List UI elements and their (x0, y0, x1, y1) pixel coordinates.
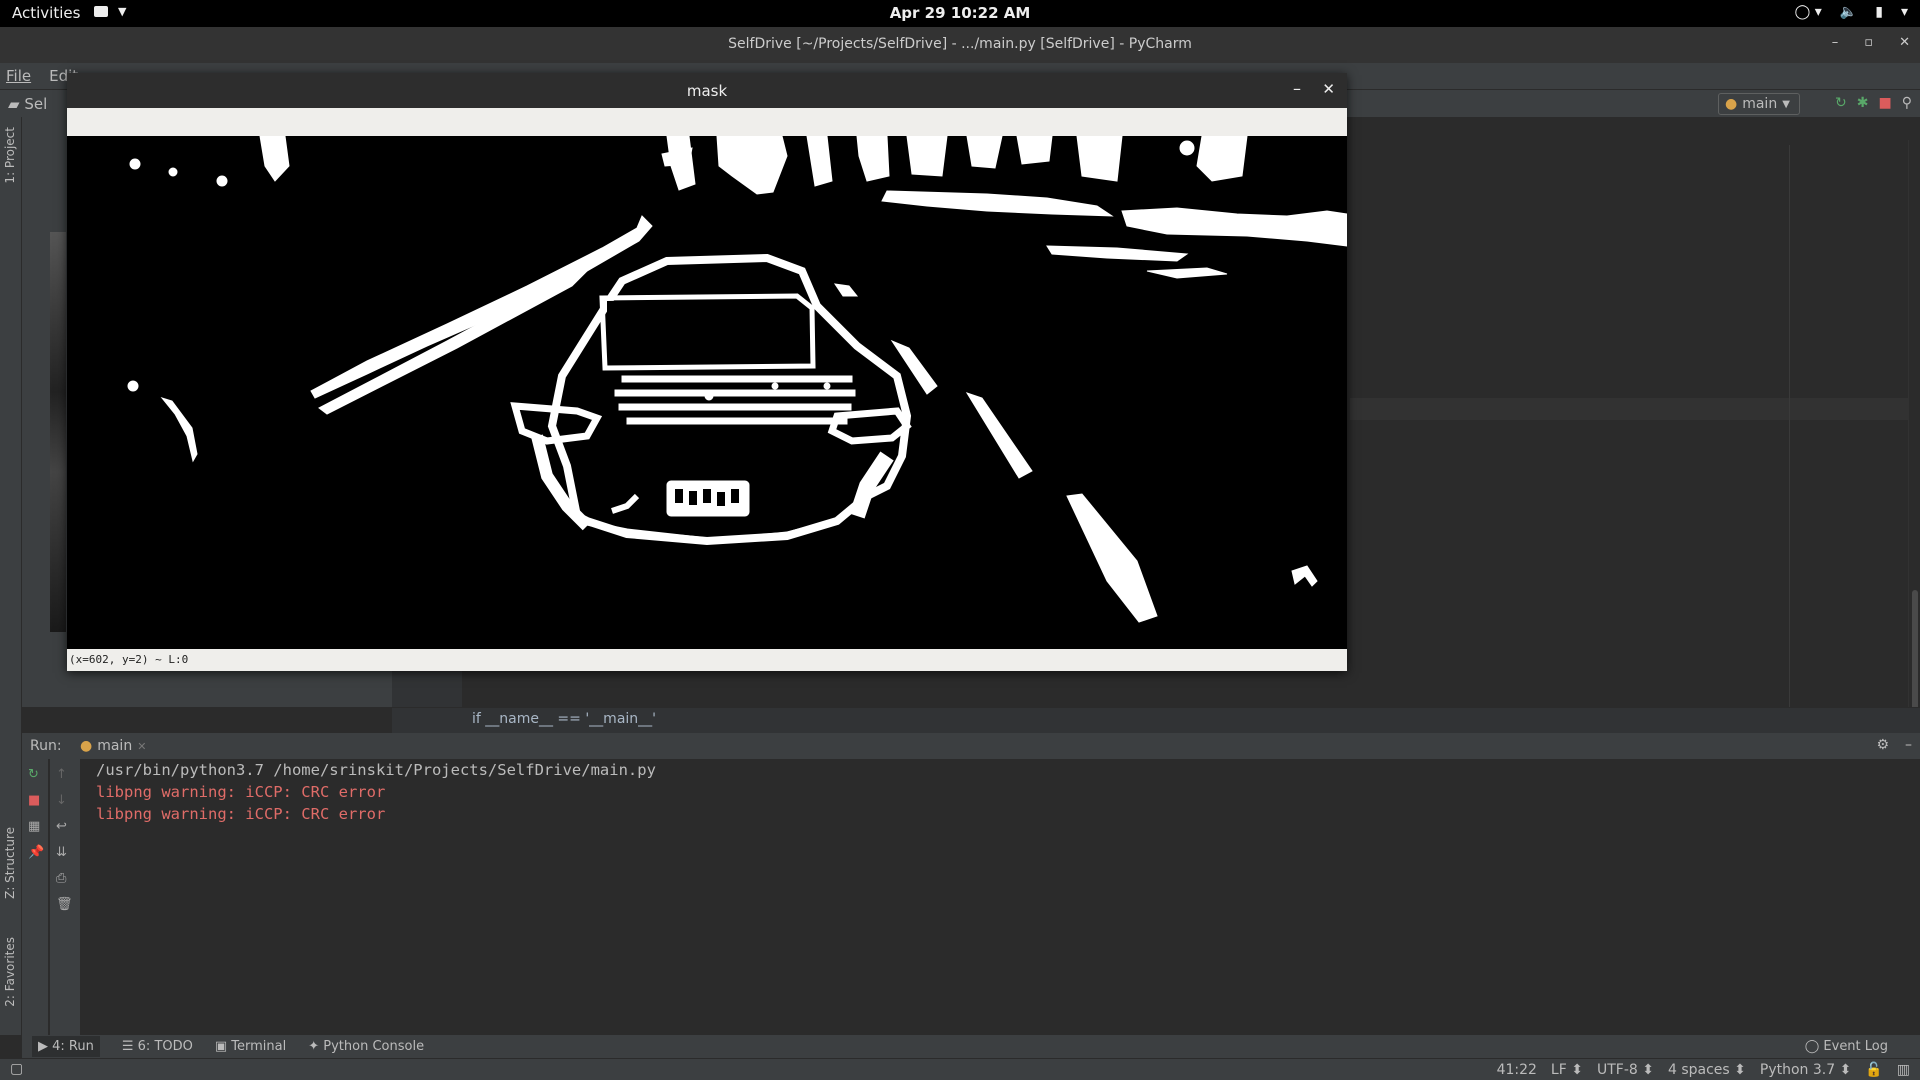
minimize-button[interactable]: – (1293, 79, 1301, 98)
app-menu[interactable]: ▼ (94, 5, 126, 18)
run-tab-main[interactable]: ● main ✕ (80, 738, 146, 754)
folder-icon: ▰ (8, 95, 20, 113)
status-circle-icon: ◯ ▾ (1794, 4, 1822, 20)
soft-wrap-icon[interactable]: ↩ (56, 819, 67, 834)
tab-todo-label: 6: TODO (137, 1039, 193, 1054)
indent-setting-label: 4 spaces (1667, 1062, 1730, 1078)
indent-setting[interactable]: 4 spaces ⬍ (1668, 1062, 1746, 1078)
file-encoding-label: UTF-8 (1596, 1062, 1638, 1078)
mask-window[interactable]: mask – ✕ (x=602, y=2) ~ L:0 (67, 73, 1348, 671)
line-separator-label: LF (1550, 1062, 1567, 1078)
pycharm-title-bar: SelfDrive [~/Projects/SelfDrive] - .../m… (0, 27, 1920, 63)
console-line: libpng warning: iCCP: CRC error (96, 783, 386, 801)
volume-icon: 🔈 (1839, 4, 1858, 20)
editor-scrollbar[interactable] (1908, 140, 1920, 845)
activities-button[interactable]: Activities (12, 4, 80, 22)
print-icon[interactable]: ⎙ (56, 871, 66, 886)
rerun-icon[interactable]: ↻ (28, 767, 39, 782)
battery-icon: ▮ (1875, 4, 1883, 20)
layout-icon[interactable]: ▦ (28, 819, 40, 834)
maximize-button[interactable]: ▫ (1864, 35, 1873, 50)
run-label: Run: (30, 738, 62, 754)
mask-white-regions (127, 135, 1348, 623)
close-button[interactable]: ✕ (1322, 80, 1335, 98)
caret-position[interactable]: 41:22 (1497, 1062, 1537, 1078)
lock-icon[interactable]: 🔓 (1865, 1062, 1882, 1078)
console-line: libpng warning: iCCP: CRC error (96, 805, 386, 823)
run-config-select[interactable]: ● main ▼ (1718, 93, 1800, 115)
tab-favorites[interactable]: 2: Favorites (3, 937, 17, 1007)
run-toolbar-right: ↑ ↓ ↩ ⇊ ⎙ 🗑 (50, 759, 80, 1035)
tab-terminal-label: Terminal (231, 1039, 287, 1054)
project-breadcrumb[interactable]: ▰ Sel (8, 95, 47, 113)
background-image-strip (50, 232, 66, 632)
up-arrow-icon[interactable]: ↑ (56, 767, 67, 782)
close-button[interactable]: ✕ (1899, 35, 1910, 50)
run-toolbar-left: ↻ ■ ▦ 📌 (22, 759, 48, 1035)
system-tray[interactable]: ◯ ▾ 🔈 ▮ ▾ (1795, 4, 1908, 20)
line-separator[interactable]: LF ⬍ (1551, 1062, 1583, 1078)
mask-image-canvas[interactable] (67, 135, 1348, 649)
menu-file[interactable]: File (6, 67, 31, 85)
caret-row-highlight (1350, 398, 1918, 420)
tab-run-label: 4: Run (52, 1039, 94, 1054)
tab-todo[interactable]: ☰ 6: TODO (122, 1039, 193, 1054)
gnome-top-bar: Activities ▼ Apr 29 10:22 AM ◯ ▾ 🔈 ▮ ▾ (0, 0, 1920, 27)
memory-icon[interactable]: ▥ (1897, 1062, 1910, 1078)
right-margin-guide (1789, 145, 1790, 707)
gear-icon[interactable]: ⚙ (1876, 737, 1889, 753)
console-line: /usr/bin/python3.7 /home/srinskit/Projec… (96, 761, 656, 779)
pin-icon[interactable]: 📌 (28, 845, 44, 860)
chevron-down-icon: ▼ (118, 5, 127, 18)
app-icon (94, 6, 108, 17)
binary-mask-image (127, 135, 1348, 623)
interpreter[interactable]: Python 3.7 ⬍ (1760, 1062, 1851, 1078)
run-config-label: main (1742, 96, 1778, 112)
python-icon: ● (1725, 96, 1738, 112)
down-arrow-icon[interactable]: ↓ (56, 793, 67, 808)
run-panel-header: Run: ● main ✕ ⚙ – (22, 733, 1920, 759)
clock[interactable]: Apr 29 10:22 AM (0, 4, 1920, 22)
tab-terminal[interactable]: ▣ Terminal (215, 1039, 286, 1054)
run-tab-label: main (97, 738, 133, 754)
event-log-button[interactable]: ◯ Event Log (1805, 1039, 1888, 1054)
layout-toggle-icon[interactable]: ▢ (10, 1061, 23, 1077)
chevron-down-icon: ▾ (1900, 4, 1908, 20)
tab-python-console[interactable]: ✦ Python Console (308, 1039, 424, 1054)
interpreter-label: Python 3.7 (1759, 1062, 1836, 1078)
python-icon: ● (80, 738, 93, 754)
search-icon[interactable]: ⚲ (1902, 95, 1912, 111)
stop-icon[interactable]: ■ (1879, 95, 1892, 111)
stop-icon[interactable]: ■ (28, 793, 40, 808)
minimize-button[interactable]: – (1832, 35, 1839, 50)
debug-icon[interactable]: ✱ (1857, 95, 1869, 111)
status-bar: ▢ 41:22 LF ⬍ UTF-8 ⬍ 4 spaces ⬍ Python 3… (0, 1058, 1920, 1080)
tab-python-console-label: Python Console (323, 1039, 425, 1054)
tab-run[interactable]: ▶ 4: Run (32, 1036, 100, 1057)
event-log-label: Event Log (1823, 1039, 1888, 1054)
tab-project[interactable]: 1: Project (3, 127, 17, 184)
mask-title-bar[interactable]: mask – ✕ (67, 73, 1347, 108)
run-console[interactable]: /usr/bin/python3.7 /home/srinskit/Projec… (82, 759, 1920, 1035)
hide-icon[interactable]: – (1905, 737, 1912, 753)
mask-toolbar (67, 108, 1347, 136)
close-icon[interactable]: ✕ (137, 740, 146, 753)
mask-title: mask (686, 82, 728, 100)
mask-status-bar: (x=602, y=2) ~ L:0 (67, 649, 1347, 671)
bottom-tool-tabs: ▶ 4: Run ☰ 6: TODO ▣ Terminal ✦ Python C… (22, 1035, 1920, 1058)
trash-icon[interactable]: 🗑 (56, 897, 73, 912)
scroll-to-end-icon[interactable]: ⇊ (56, 845, 67, 860)
code-line[interactable]: if __name__ == '__main__' (472, 711, 656, 727)
tab-structure[interactable]: Z: Structure (3, 827, 17, 899)
chevron-down-icon: ▼ (1782, 98, 1790, 110)
rerun-icon[interactable]: ↻ (1835, 95, 1847, 111)
window-title: SelfDrive [~/Projects/SelfDrive] - .../m… (728, 36, 1192, 52)
file-encoding[interactable]: UTF-8 ⬍ (1597, 1062, 1654, 1078)
left-tool-strip: 1: Project Z: Structure 2: Favorites (0, 117, 22, 1035)
project-name: Sel (24, 95, 48, 113)
